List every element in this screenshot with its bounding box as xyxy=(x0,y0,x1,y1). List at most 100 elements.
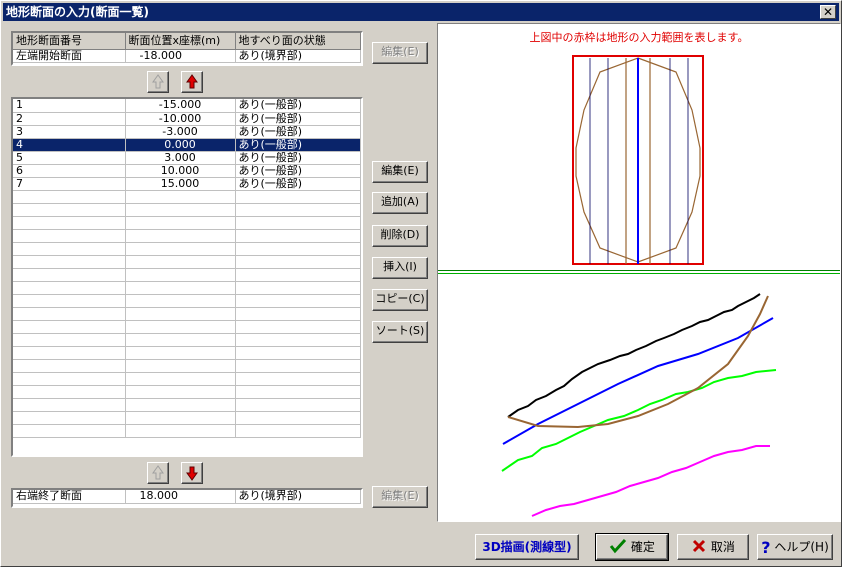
column-header-x-coordinate[interactable]: 断面位置x座標(m) xyxy=(125,33,236,50)
start-section-row[interactable]: 左端開始断面 -18.000 あり(境界部) xyxy=(13,49,361,63)
cell-no[interactable] xyxy=(13,268,126,282)
cell-x[interactable] xyxy=(125,281,236,295)
empty-row[interactable] xyxy=(13,203,361,217)
empty-row[interactable] xyxy=(13,294,361,308)
close-button[interactable]: ✕ xyxy=(820,5,836,19)
cell-x[interactable] xyxy=(125,398,236,412)
empty-row[interactable] xyxy=(13,411,361,425)
cell-x[interactable] xyxy=(125,411,236,425)
cell-name[interactable]: 右端終了断面 xyxy=(13,490,126,504)
end-section-row[interactable]: 右端終了断面 18.000 あり(境界部) xyxy=(13,490,361,504)
cell-state[interactable]: あり(一般部) xyxy=(235,99,361,113)
cell-state[interactable]: あり(境界部) xyxy=(235,490,361,504)
cell-state[interactable] xyxy=(235,333,361,347)
cell-state[interactable]: あり(一般部) xyxy=(235,125,361,139)
cell-no[interactable] xyxy=(13,307,126,321)
sort-button[interactable]: ソート(S) xyxy=(372,321,428,343)
empty-row[interactable] xyxy=(13,398,361,412)
help-button[interactable]: ? ヘルプ(H) xyxy=(757,534,833,560)
cell-state[interactable] xyxy=(235,320,361,334)
empty-row[interactable] xyxy=(13,424,361,438)
delete-button[interactable]: 削除(D) xyxy=(372,225,428,247)
edit-button[interactable]: 編集(E) xyxy=(372,161,428,183)
cell-x[interactable]: -3.000 xyxy=(125,125,236,139)
move-up-disabled-button[interactable] xyxy=(147,71,169,93)
empty-row[interactable] xyxy=(13,281,361,295)
cell-no[interactable] xyxy=(13,320,126,334)
cell-no[interactable] xyxy=(13,281,126,295)
empty-row[interactable] xyxy=(13,229,361,243)
cell-state[interactable] xyxy=(235,411,361,425)
empty-row[interactable] xyxy=(13,268,361,282)
cell-no[interactable]: 6 xyxy=(13,164,126,178)
cell-state[interactable] xyxy=(235,372,361,386)
empty-row[interactable] xyxy=(13,242,361,256)
table-row[interactable]: 7 15.000 あり(一般部) xyxy=(13,177,361,191)
cell-no[interactable]: 5 xyxy=(13,151,126,165)
cell-no[interactable] xyxy=(13,424,126,438)
edit-end-button[interactable]: 編集(E) xyxy=(372,486,428,508)
cell-state[interactable] xyxy=(235,242,361,256)
cell-no[interactable] xyxy=(13,216,126,230)
cell-no[interactable] xyxy=(13,242,126,256)
cell-state[interactable] xyxy=(235,294,361,308)
edit-start-button[interactable]: 編集(E) xyxy=(372,42,428,64)
cell-no[interactable]: 3 xyxy=(13,125,126,139)
cell-x[interactable] xyxy=(125,216,236,230)
move-down-button[interactable] xyxy=(181,462,203,484)
cell-no[interactable] xyxy=(13,385,126,399)
empty-row[interactable] xyxy=(13,255,361,269)
cell-no[interactable]: 4 xyxy=(13,138,126,152)
cell-no[interactable] xyxy=(13,398,126,412)
cell-x[interactable] xyxy=(125,333,236,347)
empty-row[interactable] xyxy=(13,333,361,347)
column-header-section-no[interactable]: 地形断面番号 xyxy=(13,33,126,50)
cell-no[interactable] xyxy=(13,411,126,425)
cell-no[interactable]: 2 xyxy=(13,112,126,126)
cell-x[interactable] xyxy=(125,307,236,321)
cell-x[interactable] xyxy=(125,229,236,243)
insert-button[interactable]: 挿入(I) xyxy=(372,257,428,279)
cell-no[interactable] xyxy=(13,203,126,217)
cell-name[interactable]: 左端開始断面 xyxy=(13,49,126,63)
move-up-button[interactable] xyxy=(181,71,203,93)
cell-x[interactable] xyxy=(125,372,236,386)
cell-state[interactable] xyxy=(235,307,361,321)
cell-x[interactable] xyxy=(125,346,236,360)
cell-no[interactable] xyxy=(13,359,126,373)
cell-x[interactable]: 0.000 xyxy=(125,138,236,152)
cell-state[interactable] xyxy=(235,190,361,204)
cell-x[interactable] xyxy=(125,294,236,308)
cell-no[interactable] xyxy=(13,372,126,386)
add-button[interactable]: 追加(A) xyxy=(372,192,428,214)
cell-x[interactable] xyxy=(125,190,236,204)
cell-no[interactable] xyxy=(13,255,126,269)
cell-x[interactable] xyxy=(125,359,236,373)
table-row[interactable]: 2 -10.000 あり(一般部) xyxy=(13,112,361,126)
ok-button[interactable]: 確定 xyxy=(595,533,669,561)
cell-state[interactable]: あり(一般部) xyxy=(235,151,361,165)
cell-no[interactable]: 1 xyxy=(13,99,126,113)
cell-state[interactable]: あり(一般部) xyxy=(235,177,361,191)
cell-state[interactable] xyxy=(235,385,361,399)
empty-row[interactable] xyxy=(13,190,361,204)
cell-state[interactable] xyxy=(235,216,361,230)
cell-state[interactable]: あり(一般部) xyxy=(235,164,361,178)
table-row[interactable]: 5 3.000 あり(一般部) xyxy=(13,151,361,165)
table-row[interactable]: 3 -3.000 あり(一般部) xyxy=(13,125,361,139)
empty-row[interactable] xyxy=(13,346,361,360)
cell-x[interactable]: -10.000 xyxy=(125,112,236,126)
cell-no[interactable] xyxy=(13,346,126,360)
cell-no[interactable] xyxy=(13,333,126,347)
cell-x[interactable] xyxy=(125,424,236,438)
cell-x[interactable]: 10.000 xyxy=(125,164,236,178)
cell-state[interactable] xyxy=(235,424,361,438)
column-header-slip-state[interactable]: 地すべり面の状態 xyxy=(235,33,361,50)
cell-state[interactable]: あり(一般部) xyxy=(235,112,361,126)
cell-state[interactable]: あり(境界部) xyxy=(235,49,361,63)
table-row[interactable]: 1 -15.000 あり(一般部) xyxy=(13,99,361,113)
cell-x[interactable]: -18.000 xyxy=(125,49,236,63)
cell-no[interactable]: 7 xyxy=(13,177,126,191)
cell-no[interactable] xyxy=(13,294,126,308)
cancel-button[interactable]: 取消 xyxy=(677,534,749,560)
